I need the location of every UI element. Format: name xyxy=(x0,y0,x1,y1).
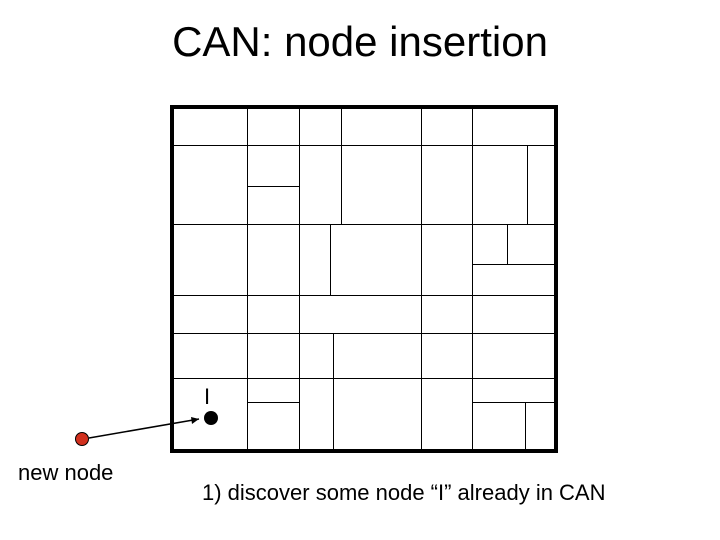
grid-line xyxy=(507,224,508,264)
grid-line xyxy=(247,109,248,449)
grid-line xyxy=(472,402,554,403)
grid-line xyxy=(174,333,554,334)
new-node-dot xyxy=(75,432,89,446)
slide-title: CAN: node insertion xyxy=(0,18,720,66)
grid-line xyxy=(247,402,299,403)
grid-line xyxy=(527,145,528,224)
grid-line xyxy=(472,109,473,449)
grid-line xyxy=(472,264,554,265)
grid-line xyxy=(341,109,342,224)
new-node-label: new node xyxy=(18,460,113,486)
grid-line xyxy=(174,145,554,146)
slide: CAN: node insertion I new n xyxy=(0,0,720,540)
grid-line xyxy=(299,109,300,449)
step-caption: 1) discover some node “I” already in CAN xyxy=(202,480,606,506)
grid-line xyxy=(174,295,554,296)
node-i-label: I xyxy=(204,384,210,410)
grid-line xyxy=(174,224,554,225)
grid-line xyxy=(330,224,331,295)
grid-line xyxy=(421,109,422,449)
grid-line xyxy=(247,186,299,187)
can-grid: I xyxy=(170,105,558,453)
grid-line xyxy=(174,378,554,379)
grid-line xyxy=(333,333,334,449)
node-i-dot xyxy=(204,411,218,425)
grid-line xyxy=(525,402,526,449)
